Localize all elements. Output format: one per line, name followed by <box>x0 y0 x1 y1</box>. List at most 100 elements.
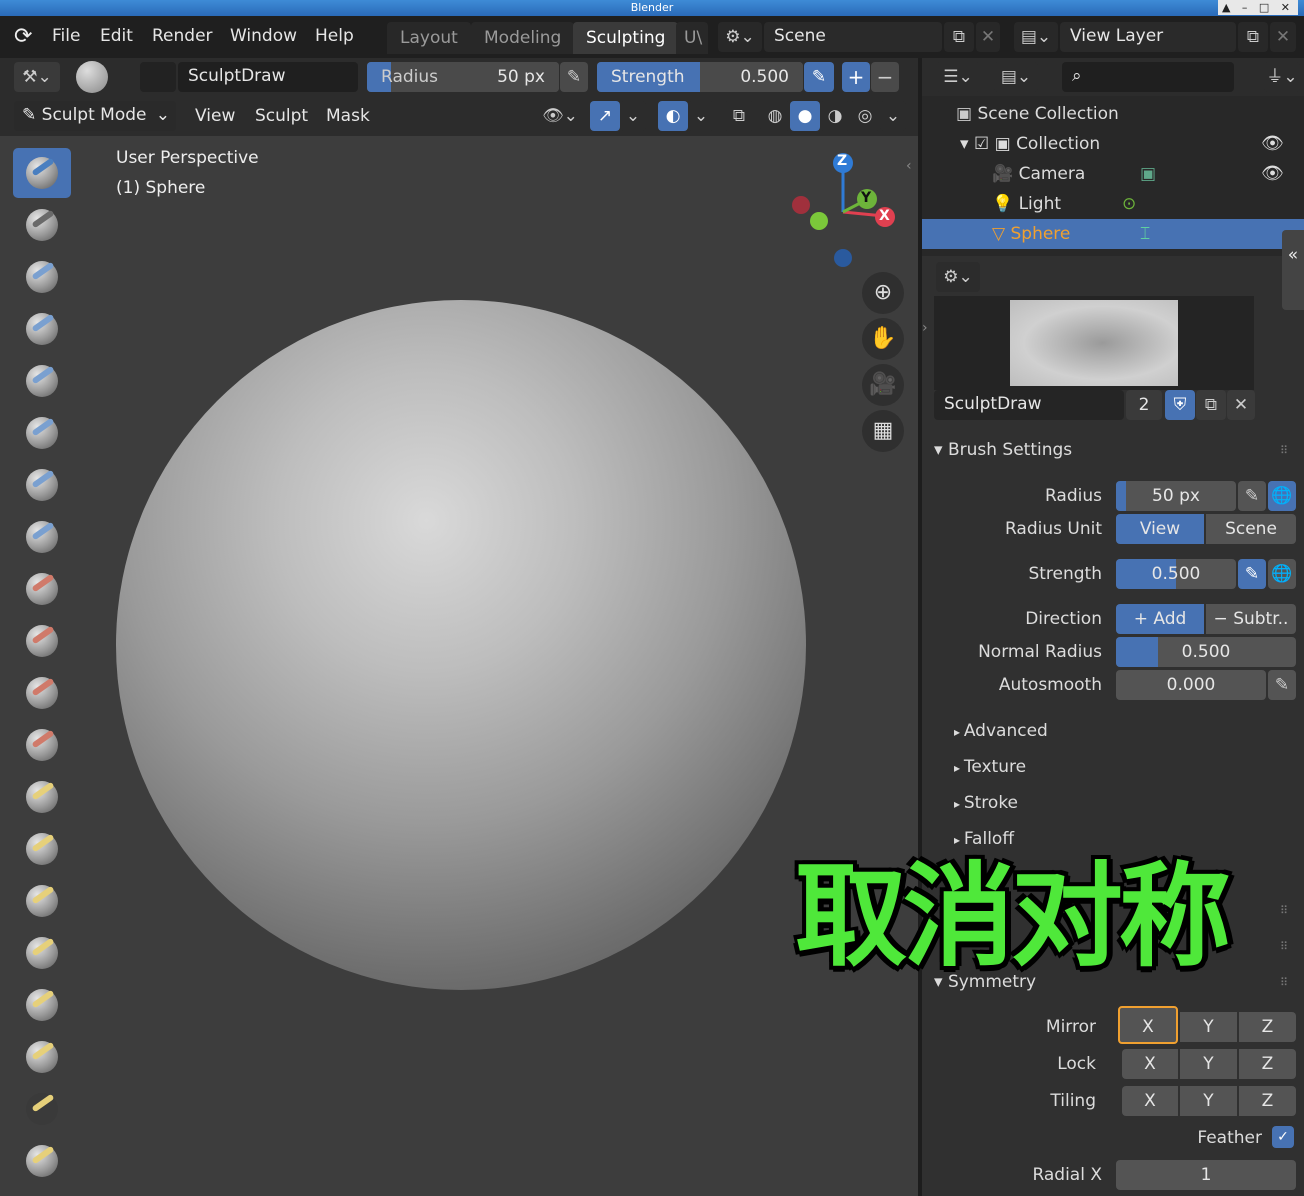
outliner-item-light[interactable]: 💡 Light ⊙ <box>922 189 1304 219</box>
strength-pressure-icon[interactable]: ✎ <box>804 62 834 92</box>
tab-layout[interactable]: Layout <box>387 22 471 54</box>
material-shading-icon[interactable]: ◑ <box>820 101 850 131</box>
grid-ortho-icon[interactable]: ▦ <box>862 410 904 452</box>
unlink-brush-icon[interactable]: ✕ <box>1227 390 1255 420</box>
tool-draw-sharp[interactable] <box>13 200 71 250</box>
tool-settings-icon[interactable]: ⚒⌄ <box>14 62 60 92</box>
camera-icon[interactable]: 🎥 <box>862 364 904 406</box>
shading-menu-icon[interactable]: ⌄ <box>880 101 906 131</box>
camera-data-icon[interactable]: ▣ <box>1140 159 1156 189</box>
outliner-item-camera[interactable]: 🎥 Camera ▣ 👁 <box>922 159 1304 189</box>
normal-radius-field[interactable]: 0.500 <box>1116 637 1296 667</box>
brush-name-field-panel[interactable]: SculptDraw <box>934 390 1124 420</box>
tool-snake-hook[interactable] <box>13 876 71 926</box>
brush-users-count[interactable]: 2 <box>1126 390 1162 420</box>
tool-inflate[interactable] <box>13 408 71 458</box>
autosmooth-pressure-icon[interactable]: ✎ <box>1268 670 1296 700</box>
blender-logo-icon[interactable]: ⟳ <box>14 24 32 49</box>
collapse-arrow-icon[interactable]: ‹ <box>906 158 912 174</box>
tool-nudge[interactable] <box>13 980 71 1030</box>
outliner-funnel-icon[interactable]: ⏚⌄ <box>1264 62 1300 92</box>
outliner-filter-icon[interactable]: ▤⌄ <box>994 62 1038 92</box>
feather-checkbox[interactable]: ✓ <box>1272 1126 1294 1148</box>
view-layer-field[interactable]: View Layer <box>1060 22 1236 52</box>
lock-y-button[interactable]: Y <box>1180 1049 1237 1079</box>
brush-texture-icon[interactable] <box>140 62 176 92</box>
subtract-button[interactable]: − <box>871 62 899 92</box>
gizmo-menu-icon[interactable]: ⌄ <box>620 101 646 131</box>
tool-blob[interactable] <box>13 460 71 510</box>
tool-simplify[interactable] <box>13 1136 71 1186</box>
overlays-menu-icon[interactable]: ⌄ <box>688 101 714 131</box>
tiling-y-button[interactable]: Y <box>1180 1086 1237 1116</box>
lock-x-button[interactable]: X <box>1122 1049 1178 1079</box>
outliner-item-sphere[interactable]: ▽ Sphere ⌶ <box>922 219 1304 249</box>
tool-rotate[interactable] <box>13 1032 71 1082</box>
direction-subtract-button[interactable]: − Subtr.. <box>1206 604 1296 634</box>
radius-slider[interactable]: Radius 50 px <box>367 62 559 92</box>
radius-unit-view-button[interactable]: View <box>1116 514 1204 544</box>
overlays-toggle-icon[interactable]: ◐ <box>658 101 688 131</box>
tool-layer[interactable] <box>13 356 71 406</box>
outliner-display-icon[interactable]: ☰⌄ <box>936 62 980 92</box>
gizmo-toggle-icon[interactable]: ↗ <box>590 101 620 131</box>
drag-handle-icon[interactable]: ⠿ <box>1280 444 1288 457</box>
tool-crease[interactable] <box>13 512 71 562</box>
expand-arrow-icon[interactable]: ▾ <box>960 134 974 154</box>
menu-window[interactable]: Window <box>230 26 297 46</box>
mirror-x-button[interactable]: X <box>1118 1006 1178 1044</box>
tool-pinch[interactable] <box>13 772 71 822</box>
tool-clay-strips[interactable] <box>13 304 71 354</box>
strength-field-panel[interactable]: 0.500 <box>1116 559 1236 589</box>
drag-handle-icon[interactable]: ⠿ <box>1280 976 1288 989</box>
brush-preview-image[interactable] <box>1010 300 1178 386</box>
delete-scene-icon[interactable]: ✕ <box>976 22 1000 52</box>
drag-handle-icon[interactable]: ⠿ <box>1280 940 1288 953</box>
menu-view[interactable]: View <box>195 106 235 126</box>
brush-settings-header[interactable]: ▾ Brush Settings <box>934 440 1072 460</box>
subpanel-falloff[interactable]: ▸ Falloff <box>954 829 1014 849</box>
tab-sculpting[interactable]: Sculpting <box>573 22 679 54</box>
new-view-layer-icon[interactable]: ⧉ <box>1238 22 1268 52</box>
strength-globe-icon[interactable]: 🌐 <box>1268 559 1296 589</box>
radius-pressure-icon-panel[interactable]: ✎ <box>1238 481 1266 511</box>
menu-mask[interactable]: Mask <box>326 106 370 126</box>
strength-pressure-icon-panel[interactable]: ✎ <box>1238 559 1266 589</box>
outliner-search-input[interactable]: ⌕ <box>1062 62 1234 92</box>
tool-fill[interactable] <box>13 668 71 718</box>
fake-user-shield-icon[interactable]: ⛨ <box>1165 390 1195 420</box>
tiling-x-button[interactable]: X <box>1122 1086 1178 1116</box>
strength-slider[interactable]: Strength 0.500 <box>597 62 803 92</box>
tool-smooth[interactable] <box>13 564 71 614</box>
radius-pressure-icon[interactable]: ✎ <box>560 62 588 92</box>
tool-draw[interactable] <box>13 148 71 198</box>
delete-view-layer-icon[interactable]: ✕ <box>1270 22 1296 52</box>
scene-selector-icon[interactable]: ⚙⌄ <box>718 22 762 52</box>
mirror-y-button[interactable]: Y <box>1180 1012 1237 1042</box>
subpanel-texture[interactable]: ▸ Texture <box>954 757 1026 777</box>
light-data-icon[interactable]: ⊙ <box>1122 189 1136 219</box>
menu-sculpt[interactable]: Sculpt <box>255 106 308 126</box>
sidebar-toggle-icon[interactable]: « <box>1282 230 1304 310</box>
mode-selector[interactable]: ✎ Sculpt Mode ⌄ <box>14 101 176 131</box>
properties-editor-icon[interactable]: ⚙⌄ <box>936 262 980 292</box>
scene-name-field[interactable]: Scene <box>764 22 942 52</box>
menu-file[interactable]: File <box>52 26 80 46</box>
drag-handle-icon[interactable]: ⠿ <box>1280 904 1288 917</box>
view-layer-selector-icon[interactable]: ▤⌄ <box>1014 22 1058 52</box>
eye-icon[interactable]: 👁 <box>1261 159 1284 189</box>
menu-render[interactable]: Render <box>152 26 213 46</box>
mesh-data-icon[interactable]: ⌶ <box>1140 219 1150 249</box>
rendered-shading-icon[interactable]: ◎ <box>850 101 880 131</box>
radial-x-field[interactable]: 1 <box>1116 1160 1296 1190</box>
brush-name-field[interactable]: SculptDraw <box>178 62 358 92</box>
menu-edit[interactable]: Edit <box>100 26 133 46</box>
radius-unit-scene-button[interactable]: Scene <box>1206 514 1296 544</box>
new-scene-icon[interactable]: ⧉ <box>944 22 974 52</box>
eye-icon[interactable]: 👁 <box>1261 129 1284 159</box>
sphere-object[interactable] <box>116 300 806 990</box>
outliner-collection[interactable]: ▾ ☑ ▣ Collection 👁 <box>922 129 1304 159</box>
outliner-scene-collection[interactable]: ▣ Scene Collection <box>922 99 1304 129</box>
wireframe-shading-icon[interactable]: ◍ <box>760 101 790 131</box>
navigation-gizmo[interactable]: Z Y X <box>790 150 900 270</box>
